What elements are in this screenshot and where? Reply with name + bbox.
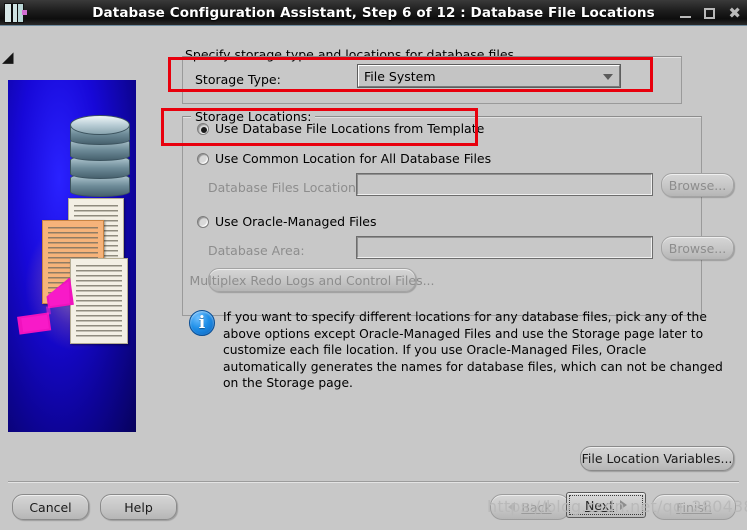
maximize-icon[interactable] [704, 7, 716, 19]
browse-database-area-button[interactable]: Browse... [661, 236, 734, 260]
info-text: If you want to specify different locatio… [223, 310, 723, 390]
chevron-left-icon [508, 502, 516, 512]
radio-label: Use Oracle-Managed Files [215, 214, 377, 229]
chevron-down-icon[interactable] [603, 74, 613, 80]
corner-glyph-icon: ◢ [2, 48, 14, 66]
window-controls: ✖ [680, 0, 741, 26]
finish-button-label: Finish [676, 499, 712, 515]
info-icon [189, 310, 215, 336]
footer-divider [8, 481, 739, 482]
wizard-illustration [8, 80, 136, 432]
radio-use-common-location[interactable]: Use Common Location for All Database Fil… [197, 151, 491, 166]
help-button[interactable]: Help [100, 494, 177, 520]
database-files-location-label: Database Files Location: [208, 180, 361, 195]
database-cylinder-icon [70, 115, 130, 207]
radio-label: Use Database File Locations from Templat… [215, 121, 485, 136]
database-area-input[interactable] [356, 236, 653, 259]
next-button-label: Next [584, 497, 615, 513]
back-button[interactable]: Back [490, 494, 570, 520]
chevron-right-icon [620, 500, 628, 510]
window-title: Database Configuration Assistant, Step 6… [92, 4, 655, 21]
file-location-variables-button[interactable]: File Location Variables... [580, 446, 734, 471]
storage-type-value: File System [364, 68, 436, 84]
main-content: Specify storage type and locations for d… [145, 34, 747, 434]
browse-database-files-location-button[interactable]: Browse... [661, 173, 734, 197]
multiplex-redo-logs-button[interactable]: Multiplex Redo Logs and Control Files... [190, 268, 435, 292]
database-files-location-input[interactable] [356, 173, 653, 196]
cancel-button[interactable]: Cancel [12, 494, 89, 520]
database-area-label: Database Area: [208, 243, 305, 258]
dbca-window: Database Configuration Assistant, Step 6… [0, 0, 747, 530]
finish-button[interactable]: Finish [652, 494, 736, 520]
radio-button-icon[interactable] [197, 122, 209, 135]
radio-use-template[interactable]: Use Database File Locations from Templat… [197, 121, 484, 136]
storage-type-label: Storage Type: [195, 72, 281, 87]
magenta-arrow-icon [14, 278, 88, 336]
title-bar: Database Configuration Assistant, Step 6… [0, 0, 747, 26]
back-button-label: Back [521, 499, 552, 515]
next-button[interactable]: Next [566, 492, 646, 518]
database-assistant-icon [4, 3, 27, 23]
storage-type-combo[interactable]: File System [357, 64, 621, 88]
close-icon[interactable]: ✖ [728, 5, 741, 21]
radio-label: Use Common Location for All Database Fil… [215, 151, 492, 166]
radio-button-icon[interactable] [197, 152, 209, 165]
radio-use-oracle-managed-files[interactable]: Use Oracle-Managed Files [197, 214, 377, 229]
radio-button-icon[interactable] [197, 215, 209, 228]
minimize-icon[interactable] [680, 15, 692, 18]
